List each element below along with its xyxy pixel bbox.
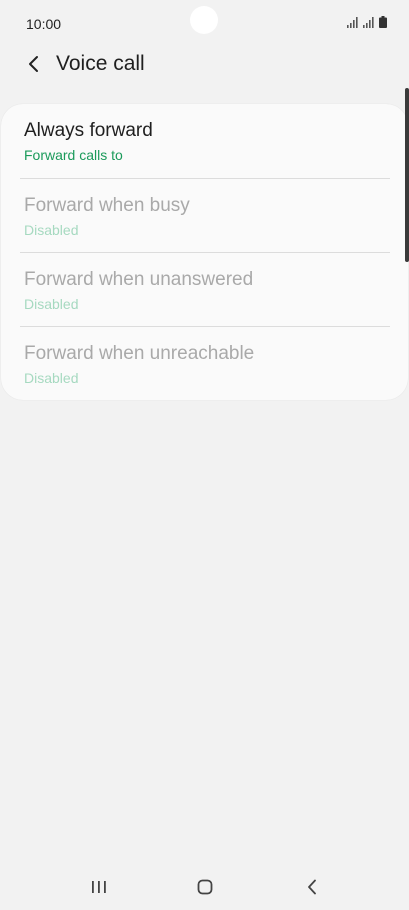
home-button[interactable]	[190, 874, 220, 900]
recents-button[interactable]	[84, 874, 114, 900]
signal-icon	[347, 17, 358, 28]
option-title: Forward when unanswered	[24, 269, 254, 290]
option-forward-when-busy: Forward when busy Disabled	[1, 178, 408, 252]
back-button[interactable]	[20, 50, 48, 78]
battery-icon	[379, 16, 387, 28]
option-subtitle: Forward calls to	[24, 147, 123, 163]
option-forward-when-unreachable: Forward when unreachable Disabled	[1, 326, 408, 400]
option-forward-when-unanswered: Forward when unanswered Disabled	[1, 252, 408, 326]
chevron-left-icon	[29, 56, 38, 72]
home-icon	[197, 879, 213, 895]
option-subtitle: Disabled	[24, 222, 79, 238]
navigation-bar	[0, 862, 409, 910]
page-title: Voice call	[56, 52, 145, 75]
camera-cutout	[190, 6, 218, 34]
status-icons	[347, 16, 387, 28]
option-title: Forward when busy	[24, 195, 190, 216]
back-icon	[308, 879, 316, 895]
option-always-forward[interactable]: Always forward Forward calls to	[1, 104, 408, 178]
status-time: 10:00	[26, 16, 62, 32]
call-forwarding-options: Always forward Forward calls to Forward …	[1, 104, 408, 400]
nav-back-button[interactable]	[297, 874, 327, 900]
recents-icon	[92, 881, 106, 893]
signal-icon	[363, 17, 374, 28]
scroll-indicator[interactable]	[405, 88, 409, 262]
option-title: Forward when unreachable	[24, 343, 255, 364]
option-subtitle: Disabled	[24, 296, 79, 312]
app-header: Voice call	[0, 40, 409, 88]
option-subtitle: Disabled	[24, 370, 79, 386]
option-title: Always forward	[24, 120, 153, 141]
